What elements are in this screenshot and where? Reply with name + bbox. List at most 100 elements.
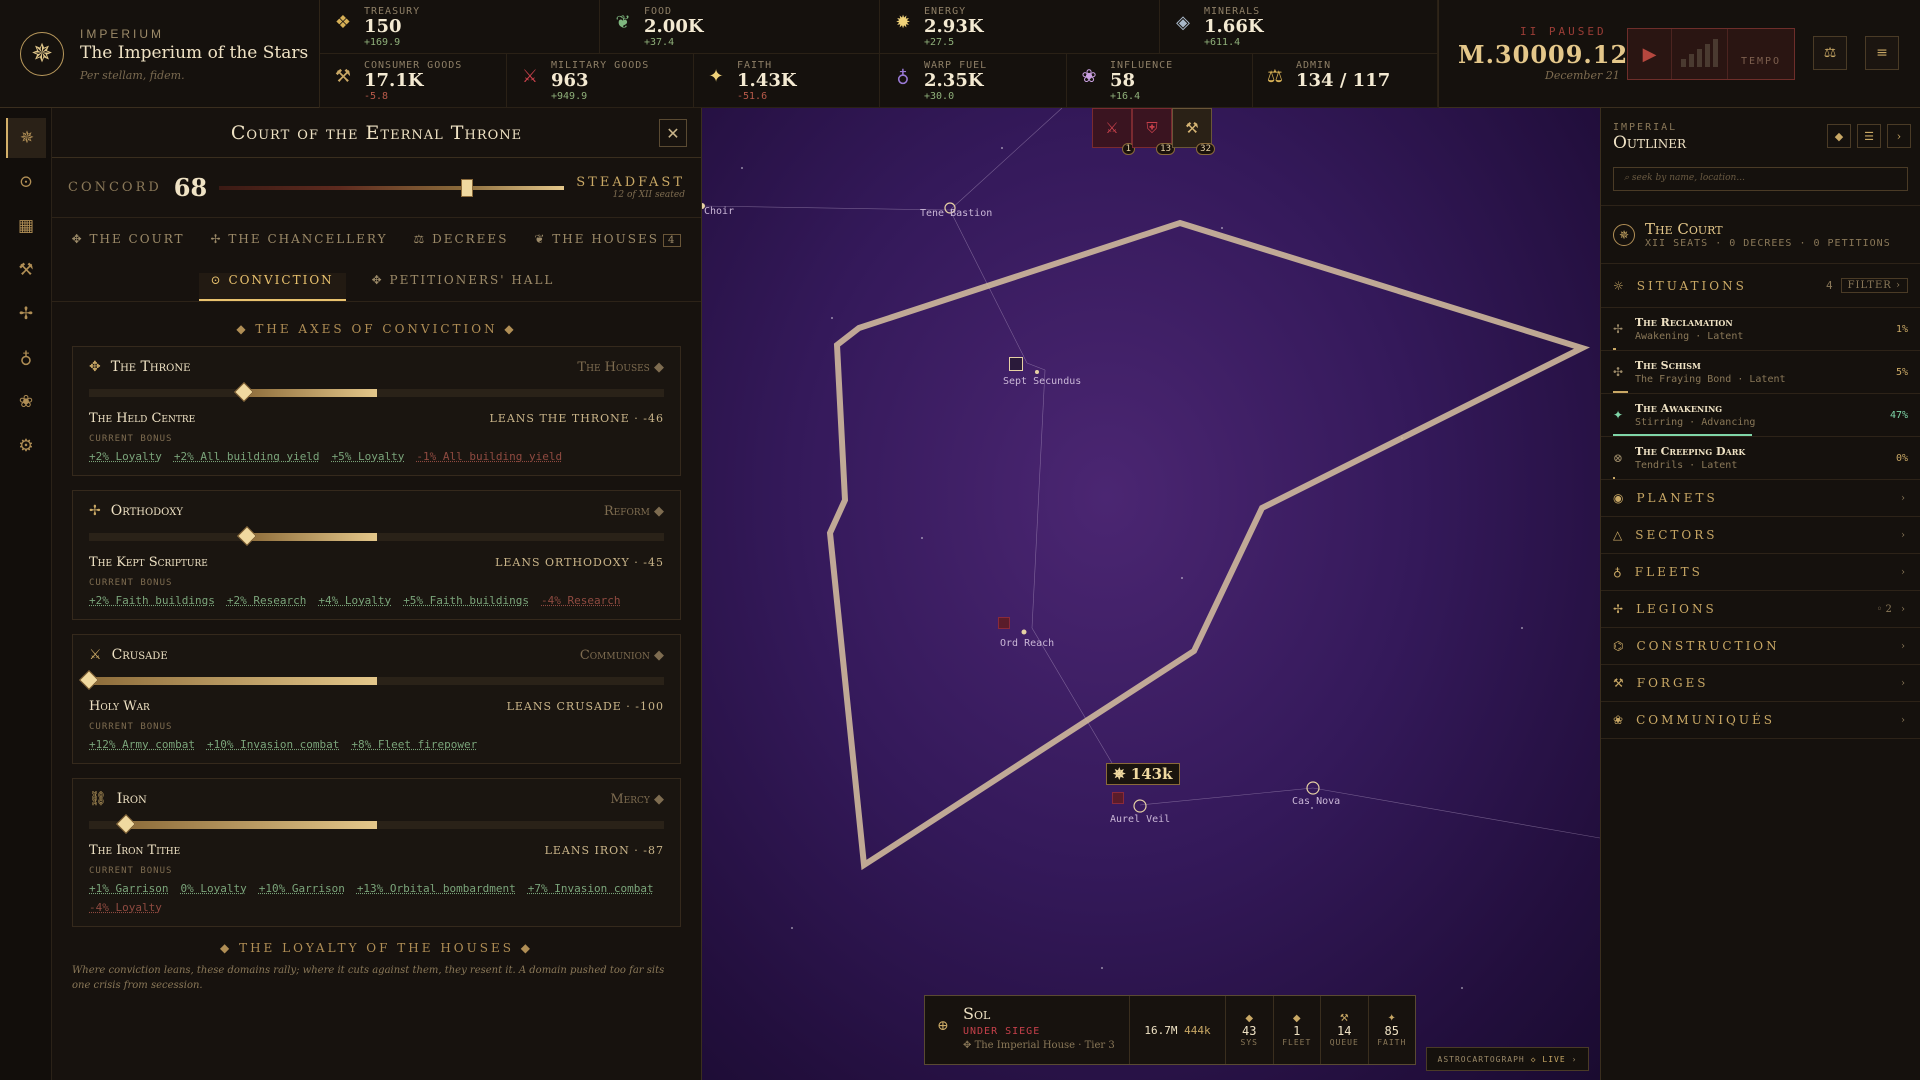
bonus-chip[interactable]: +4% Loyalty — [318, 594, 391, 607]
combat-alert-icon[interactable]: ⚔ 1 — [1092, 108, 1135, 155]
outliner-section-forges[interactable]: ⚒ FORGES › — [1601, 665, 1920, 702]
gear-icon[interactable]: ⚙ — [6, 426, 46, 466]
resource-delta: -5.8 — [364, 91, 389, 102]
play-icon[interactable]: ▶ — [1628, 29, 1672, 79]
situation-progress: 0% — [1895, 453, 1908, 464]
energy-icon: ✹ — [895, 12, 911, 33]
bonus-chip[interactable]: +13% Orbital bombardment — [357, 882, 516, 895]
tab-the-houses[interactable]: ❦ THE HOUSES 4 — [534, 232, 682, 259]
situation-row[interactable]: ✦ The Awakening Stirring · Advancing 47% — [1601, 394, 1920, 437]
bonus-chip[interactable]: -4% Loyalty — [89, 901, 162, 914]
cross-icon[interactable]: ✢ — [6, 294, 46, 334]
system-label-aurel-veil[interactable]: Aurel Veil — [1110, 814, 1170, 825]
filter-button[interactable]: FILTER › — [1840, 278, 1908, 293]
bonus-chip[interactable]: +10% Invasion combat — [207, 738, 339, 751]
outliner-court[interactable]: ✵ The Court XII SEATS · 0 DECREES · 0 PE… — [1601, 205, 1920, 264]
outliner-section-sectors[interactable]: △ SECTORS › — [1601, 517, 1920, 554]
bonus-chip[interactable]: -1% All building yield — [416, 450, 562, 463]
construction-alert-icon[interactable]: ⚒ 32 — [1172, 108, 1215, 155]
hammer-icon[interactable]: ⚒ — [6, 250, 46, 290]
bonus-chip[interactable]: +2% Faith buildings — [89, 594, 215, 607]
shield-alert-icon[interactable]: ⛨ 13 — [1132, 108, 1175, 155]
system-label-cas-nova[interactable]: Cas Nova — [1292, 796, 1340, 807]
resource-consumer-goods[interactable]: ⚒ CONSUMER GOODS 17.1K -5.8 — [320, 54, 507, 108]
resource-value: 134 / 117 — [1296, 70, 1391, 91]
tab-decrees[interactable]: ⚖ DECREES — [414, 232, 509, 259]
bonus-chip[interactable]: -4% Research — [541, 594, 620, 607]
bonus-chip[interactable]: +2% Loyalty — [89, 450, 162, 463]
bonus-chip[interactable]: +5% Faith buildings — [403, 594, 529, 607]
bonus-chip[interactable]: +7% Invasion combat — [528, 882, 654, 895]
bonus-chip[interactable]: 0% Loyalty — [180, 882, 246, 895]
tempo-button[interactable]: TEMPO — [1728, 29, 1794, 79]
chevron-right-icon[interactable]: › — [1887, 124, 1911, 148]
situation-row[interactable]: ✣ The Schism The Fraying Bond · Latent 5… — [1601, 351, 1920, 394]
resource-warp-fuel[interactable]: ♁ WARP FUEL 2.35K +30.0 — [880, 54, 1067, 108]
axis-knob[interactable] — [116, 814, 137, 834]
tab-the-court[interactable]: ✥ THE COURT — [72, 232, 185, 259]
starbase-icon[interactable] — [1009, 357, 1023, 371]
axes-heading: ◆ THE AXES OF CONVICTION ◆ — [236, 322, 517, 336]
bonus-chip[interactable]: +8% Fleet firepower — [351, 738, 477, 751]
empire-brand[interactable]: ✵ IMPERIUM The Imperium of the Stars Per… — [0, 0, 320, 108]
situations-header[interactable]: ☼ SITUATIONS 4 FILTER › — [1601, 264, 1920, 308]
tab-chancellery[interactable]: ✢ THE CHANCELLERY — [211, 232, 388, 259]
bonus-chip[interactable]: +1% Garrison — [89, 882, 168, 895]
astrocartograph-button[interactable]: ASTROCARTOGRAPH ◇ LIVE › — [1426, 1047, 1589, 1071]
siege-marker-icon[interactable] — [1112, 792, 1124, 804]
outliner-section-communiqués[interactable]: ❀ COMMUNIQUÉS › — [1601, 702, 1920, 739]
situation-row[interactable]: ✢ The Reclamation Awakening · Latent 1% — [1601, 308, 1920, 351]
axis-knob[interactable] — [234, 382, 255, 402]
target-icon[interactable]: ⊙ — [6, 162, 46, 202]
situation-name: The Awakening — [1635, 402, 1723, 415]
system-card[interactable]: ⊕ Sol UNDER SIEGE ✥ The Imperial House ·… — [924, 995, 1416, 1065]
system-label-choir[interactable]: Choir — [704, 206, 734, 217]
pin-icon[interactable]: ◆ — [1827, 124, 1851, 148]
axis-knob[interactable] — [79, 670, 99, 690]
speed-bars[interactable] — [1672, 29, 1728, 79]
resource-faith[interactable]: ✦ FAITH 1.43K -51.6 — [693, 54, 880, 108]
outliner-section-legions[interactable]: ✢ LEGIONS ◦2 › — [1601, 591, 1920, 628]
axis-knob[interactable] — [237, 526, 258, 546]
menu-icon[interactable]: ≡ — [1865, 36, 1899, 70]
resource-influence[interactable]: ❀ INFLUENCE 58 +16.4 — [1066, 54, 1253, 108]
hostile-marker-icon[interactable] — [998, 617, 1010, 629]
close-icon[interactable]: ✕ — [659, 119, 687, 147]
outliner-section-planets[interactable]: ◉ PLANETS › — [1601, 480, 1920, 517]
fleet-strength-label[interactable]: ✵ 143k — [1106, 763, 1180, 785]
resource-admin[interactable]: ⚖ ADMIN 134 / 117 — [1252, 54, 1438, 108]
ship-icon[interactable]: ♁ — [6, 338, 46, 378]
bonus-chip[interactable]: +2% All building yield — [174, 450, 320, 463]
tab-petitioners-hall[interactable]: ✥ PETITIONERS' HALL — [372, 273, 555, 301]
axis-slider[interactable] — [89, 526, 664, 546]
bonus-chip[interactable]: +5% Loyalty — [332, 450, 405, 463]
resource-military-goods[interactable]: ⚔ MILITARY GOODS 963 +949.9 — [507, 54, 694, 108]
compass-icon[interactable]: ✵ — [6, 118, 46, 158]
resource-treasury[interactable]: ❖ TREASURY 150 +169.9 — [320, 0, 600, 54]
axis-slider[interactable] — [79, 670, 664, 690]
galaxy-map[interactable]: Choir Tene Bastion Sept Secundus Ord Rea… — [702, 108, 1600, 1080]
axis-slider[interactable] — [89, 382, 664, 402]
outliner-section-construction[interactable]: ⌬ CONSTRUCTION › — [1601, 628, 1920, 665]
resource-minerals[interactable]: ◈ MINERALS 1.66K +611.4 — [1160, 0, 1438, 54]
resource-food[interactable]: ❦ FOOD 2.00K +37.4 — [600, 0, 880, 54]
outliner-section-fleets[interactable]: ♁ FLEETS › — [1601, 554, 1920, 591]
bonus-chip[interactable]: +2% Research — [227, 594, 306, 607]
flower-icon[interactable]: ❀ — [6, 382, 46, 422]
grid-icon[interactable]: ▦ — [6, 206, 46, 246]
bonus-chip[interactable]: +10% Garrison — [259, 882, 345, 895]
stat-fleet: ◆ 1 FLEET — [1274, 996, 1321, 1064]
system-label-sept-secundus[interactable]: Sept Secundus — [1003, 376, 1081, 387]
system-name: Sol — [963, 1004, 991, 1023]
outliner-search-input[interactable]: ⌕ seek by name, location... — [1613, 167, 1908, 191]
balance-scales-icon[interactable]: ⚖ — [1813, 36, 1847, 70]
axis-slider[interactable] — [89, 814, 664, 834]
list-icon[interactable]: ☰ — [1857, 124, 1881, 148]
resource-energy[interactable]: ✹ ENERGY 2.93K +27.5 — [880, 0, 1160, 54]
tab-conviction[interactable]: ⊙ CONVICTION — [198, 273, 346, 301]
system-label-ord-reach[interactable]: Ord Reach — [1000, 638, 1054, 649]
situation-row[interactable]: ⊗ The Creeping Dark Tendrils · Latent 0% — [1601, 437, 1920, 480]
bonus-chip[interactable]: +12% Army combat — [89, 738, 195, 751]
system-label-tene-bastion[interactable]: Tene Bastion — [920, 208, 992, 219]
court-link-title: The Court — [1645, 220, 1723, 238]
